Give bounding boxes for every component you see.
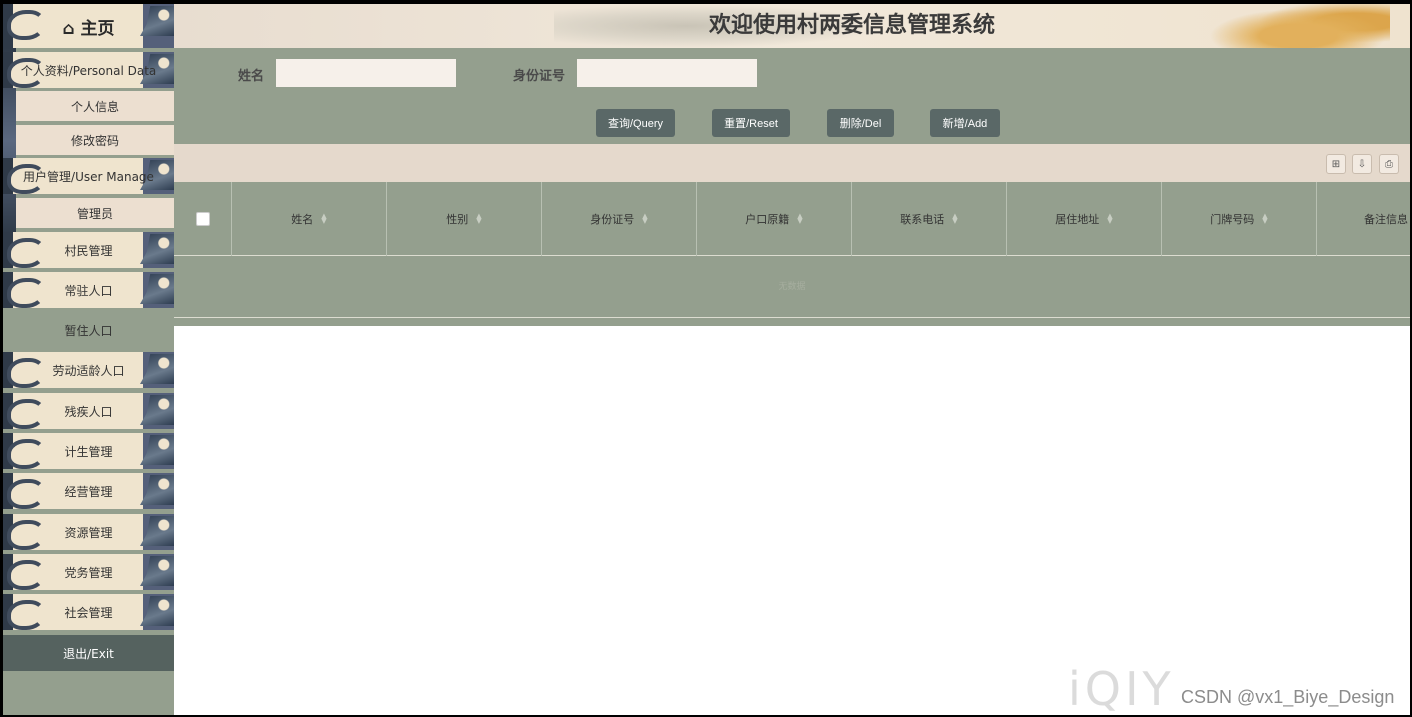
columns-icon[interactable]: ⊞ xyxy=(1326,154,1346,174)
sidebar-item-label: 经营管理 xyxy=(64,484,113,499)
sidebar-item-label: 劳动适龄人口 xyxy=(52,363,125,378)
sidebar-exit-label: 退出/Exit xyxy=(63,646,114,661)
sidebar-item-label: 暂住人口 xyxy=(64,323,113,338)
sidebar-item-social[interactable]: 社会管理 xyxy=(3,594,174,630)
sidebar-item-temporary-population[interactable]: 暂住人口 xyxy=(3,312,174,348)
column-header-remarks[interactable]: 备注信息 xyxy=(1317,182,1410,256)
csdn-watermark-text: CSDN @vx1_Biye_Design xyxy=(1181,687,1395,707)
sidebar-change-password[interactable]: 修改密码 xyxy=(16,125,174,155)
table-toolbar: ⊞ ⇩ ⎙ xyxy=(174,144,1410,182)
sidebar-admin-label: 管理员 xyxy=(76,206,113,221)
search-panel: 姓名 身份证号 查询/Query 重置/Reset 删除/Del 新增/Add xyxy=(174,48,1410,144)
column-header-label: 门牌号码 xyxy=(1210,213,1255,226)
column-header-label: 备注信息 xyxy=(1364,213,1408,226)
sidebar-item-villagers[interactable]: 村民管理 xyxy=(3,232,174,268)
app-frame: ⌂ 主页 个人资料/Personal Data 个人信息 修改密码 用户管理/U… xyxy=(3,4,1410,715)
sidebar-item-label: 资源管理 xyxy=(64,525,113,540)
sidebar-item-label: 计生管理 xyxy=(64,444,113,459)
empty-table-message: 无数据 xyxy=(778,282,806,292)
column-header-address[interactable]: 居住地址 ▲ ▼ xyxy=(1007,182,1162,256)
delete-button[interactable]: 删除/Del xyxy=(827,109,894,137)
query-button[interactable]: 查询/Query xyxy=(596,109,675,137)
header-banner: 欢迎使用村两委信息管理系统 xyxy=(174,4,1410,48)
column-header-label: 性别 xyxy=(446,213,469,226)
sidebar-user-manage-label: 用户管理/User Manage xyxy=(23,169,154,184)
sort-icon[interactable]: ▲ ▼ xyxy=(952,213,957,225)
page-title: 欢迎使用村两委信息管理系统 xyxy=(708,13,995,38)
table-body: 无数据 xyxy=(174,256,1410,318)
sort-icon[interactable]: ▲ ▼ xyxy=(1262,213,1267,225)
sidebar-personal-info-label: 个人信息 xyxy=(70,99,119,114)
table-footer xyxy=(174,318,1410,326)
export-icon[interactable]: ⇩ xyxy=(1352,154,1372,174)
sidebar-item-party-affairs[interactable]: 党务管理 xyxy=(3,554,174,590)
add-button[interactable]: 新增/Add xyxy=(930,109,1000,137)
column-header-id-number[interactable]: 身份证号 ▲ ▼ xyxy=(542,182,697,256)
table-header: 姓名 ▲ ▼ 性别 ▲ ▼ 身份证号 ▲ ▼ 户口原籍 ▲ ▼ 联系电话 ▲ ▼ 居住地址… xyxy=(174,182,1410,256)
column-header-label: 身份证号 xyxy=(590,213,635,226)
column-header-label: 联系电话 xyxy=(900,213,945,226)
column-header-label: 户口原籍 xyxy=(745,213,790,226)
sidebar-item-label: 社会管理 xyxy=(64,605,113,620)
sidebar-personal-info[interactable]: 个人信息 xyxy=(16,91,174,121)
sort-icon[interactable]: ▲ ▼ xyxy=(1107,213,1112,225)
select-all-cell xyxy=(174,182,232,256)
column-header-house-number[interactable]: 门牌号码 ▲ ▼ xyxy=(1162,182,1317,256)
sidebar-item-family-planning[interactable]: 计生管理 xyxy=(3,433,174,469)
name-label: 姓名 xyxy=(238,69,265,84)
column-header-label: 姓名 xyxy=(291,213,314,226)
column-header-household-origin[interactable]: 户口原籍 ▲ ▼ xyxy=(697,182,852,256)
sort-icon[interactable]: ▲ ▼ xyxy=(321,213,326,225)
iqiyi-watermark-logo: iQIY xyxy=(1068,662,1175,715)
sidebar-user-manage[interactable]: 用户管理/User Manage xyxy=(3,158,174,194)
print-icon[interactable]: ⎙ xyxy=(1379,154,1399,174)
sidebar-item-disabled-population[interactable]: 残疾人口 xyxy=(3,393,174,429)
sort-icon[interactable]: ▲ ▼ xyxy=(797,213,802,225)
sidebar-item-label: 常驻人口 xyxy=(64,283,113,298)
sidebar-item-resident-population[interactable]: 常驻人口 xyxy=(3,272,174,308)
sort-icon[interactable]: ▲ ▼ xyxy=(642,213,647,225)
sidebar-personal-data[interactable]: 个人资料/Personal Data xyxy=(3,52,174,88)
sort-icon[interactable]: ▲ ▼ xyxy=(476,213,481,225)
sidebar-item-resources[interactable]: 资源管理 xyxy=(3,514,174,550)
sidebar-item-business[interactable]: 经营管理 xyxy=(3,473,174,509)
sidebar-exit[interactable]: 退出/Exit xyxy=(3,635,174,671)
sidebar-personal-data-label: 个人资料/Personal Data xyxy=(20,63,157,78)
id-number-input[interactable] xyxy=(577,59,757,87)
column-header-label: 居住地址 xyxy=(1055,213,1100,226)
reset-button[interactable]: 重置/Reset xyxy=(712,109,790,137)
sidebar-admin[interactable]: 管理员 xyxy=(16,198,174,228)
sidebar-home[interactable]: ⌂ 主页 xyxy=(3,4,174,48)
sidebar-item-label: 党务管理 xyxy=(64,565,113,580)
column-header-phone[interactable]: 联系电话 ▲ ▼ xyxy=(852,182,1007,256)
sidebar-home-label: ⌂ 主页 xyxy=(62,18,115,39)
select-all-checkbox[interactable] xyxy=(195,212,210,226)
sidebar-item-label: 村民管理 xyxy=(64,243,113,258)
sidebar: ⌂ 主页 个人资料/Personal Data 个人信息 修改密码 用户管理/U… xyxy=(3,4,174,715)
column-header-gender[interactable]: 性别 ▲ ▼ xyxy=(387,182,542,256)
column-header-name[interactable]: 姓名 ▲ ▼ xyxy=(232,182,387,256)
sidebar-item-label: 残疾人口 xyxy=(64,404,113,419)
sidebar-item-working-age-population[interactable]: 劳动适龄人口 xyxy=(3,352,174,388)
name-input[interactable] xyxy=(276,59,456,87)
id-number-label: 身份证号 xyxy=(513,69,566,84)
sidebar-change-password-label: 修改密码 xyxy=(70,133,119,148)
